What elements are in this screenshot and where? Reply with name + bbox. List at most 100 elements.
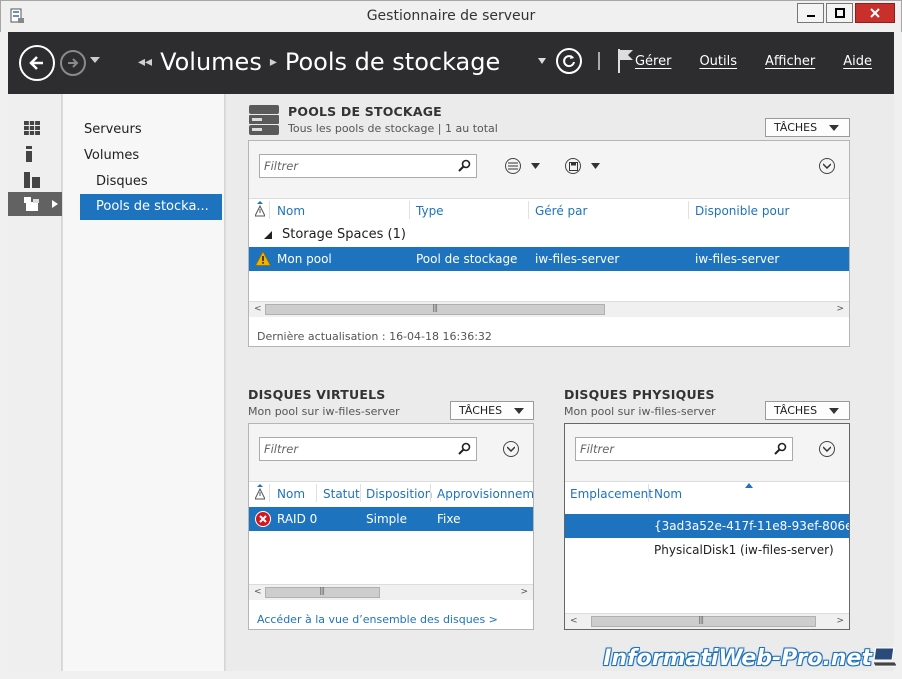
table-row[interactable]: RAID 0 Simple Fixe	[249, 507, 533, 531]
tasks-dropdown-icon	[829, 407, 840, 414]
sort-ascending-icon	[745, 483, 753, 488]
scroll-left-icon[interactable]: <	[254, 587, 262, 597]
refresh-icon	[563, 55, 575, 68]
save-query-dropdown-icon[interactable]	[591, 163, 600, 169]
list-options-dropdown-icon[interactable]	[531, 163, 540, 169]
filter-placeholder: Filtrer	[264, 442, 299, 456]
storage-pools-hscrollbar[interactable]: < ||| >	[249, 301, 849, 317]
filter-placeholder: Filtrer	[580, 442, 615, 456]
scroll-right-icon[interactable]: >	[836, 616, 844, 626]
virtual-disks-hscrollbar[interactable]: < ||| >	[249, 584, 533, 600]
col-header-provisioning[interactable]: Approvisionnement	[437, 487, 533, 501]
flag-notifications-icon[interactable]	[616, 48, 634, 74]
col-header-name[interactable]: Nom	[654, 487, 682, 501]
breadcrumb-item-storage-pools[interactable]: Pools de stockage	[285, 48, 500, 76]
col-header-location[interactable]: Emplacement	[570, 487, 653, 501]
physical-disks-hscrollbar[interactable]: < ||| >	[565, 613, 849, 629]
scroll-right-icon[interactable]: >	[520, 587, 528, 597]
col-header-available-for[interactable]: Disponible pour	[695, 204, 789, 218]
header-menu: Gérer Outils Afficher Aide	[635, 54, 872, 69]
table-row[interactable]: PhysicalDisk1 (iw-files-server)	[565, 538, 849, 562]
navigation-tree: Serveurs Volumes Disques Pools de stocka…	[63, 94, 225, 671]
physical-disks-subtitle: Mon pool sur iw-files-server	[564, 405, 716, 418]
scroll-right-icon[interactable]: >	[836, 304, 844, 314]
table-row[interactable]: Mon pool Pool de stockage iw-files-serve…	[249, 247, 849, 271]
disks-overview-link[interactable]: Accéder à la vue d’ensemble des disques …	[257, 613, 498, 626]
rail-local-server[interactable]	[8, 142, 62, 166]
virtual-disks-toolbar: Filtrer	[249, 424, 533, 482]
expand-filter-button[interactable]	[819, 158, 835, 174]
collapse-triangle-icon[interactable]	[264, 231, 272, 239]
list-options-button[interactable]	[505, 158, 521, 174]
expand-filter-button[interactable]	[503, 441, 519, 457]
storage-pools-tasks-button[interactable]: TÂCHES	[765, 118, 850, 137]
breadcrumb-back-chevron-icon[interactable]: ◂◂	[138, 54, 152, 70]
alert-column-icon	[255, 484, 265, 500]
rail-all-servers[interactable]	[8, 168, 62, 192]
breadcrumb-item-volumes[interactable]: Volumes	[160, 48, 262, 76]
col-header-status[interactable]: Statut	[323, 487, 360, 501]
col-divider	[269, 201, 270, 219]
close-button[interactable]	[855, 3, 895, 23]
storage-pools-subtitle: Tous les pools de stockage | 1 au total	[288, 122, 498, 135]
alert-column-icon	[255, 201, 265, 217]
list-icon	[508, 162, 518, 170]
minimize-button[interactable]	[797, 3, 824, 23]
virtual-disks-filter-input[interactable]: Filtrer	[259, 437, 477, 461]
physical-disks-tasks-button[interactable]: TÂCHES	[765, 401, 850, 420]
pool-group-header[interactable]: Storage Spaces (1)	[282, 227, 406, 242]
physical-disks-filter-input[interactable]: Filtrer	[575, 437, 793, 461]
col-header-layout[interactable]: Disposition	[366, 487, 432, 501]
col-header-type[interactable]: Type	[416, 204, 444, 218]
breadcrumb-dropdown-icon[interactable]	[538, 58, 546, 64]
save-query-button[interactable]	[565, 158, 581, 174]
scroll-left-icon[interactable]: <	[570, 616, 578, 626]
pool-name-cell: Mon pool	[277, 252, 332, 266]
rail-file-storage-services[interactable]	[8, 192, 62, 216]
forward-button[interactable]	[60, 50, 86, 76]
col-divider	[360, 484, 361, 502]
chevron-right-icon	[52, 200, 58, 208]
pdisk-name-cell: {3ad3a52e-417f-11e8-93ef-806e6...	[654, 519, 850, 533]
maximize-button[interactable]	[826, 3, 853, 23]
minimize-icon	[806, 15, 815, 17]
window-title: Gestionnaire de serveur	[366, 8, 536, 24]
col-divider	[269, 484, 270, 502]
breadcrumb-separator-icon: ▸	[269, 54, 277, 70]
back-button[interactable]	[19, 45, 55, 81]
nav-item-volumes[interactable]: Volumes	[84, 143, 139, 169]
menu-help[interactable]: Aide	[843, 54, 872, 69]
physical-disks-title: DISQUES PHYSIQUES	[564, 387, 715, 402]
storage-pools-toolbar: Filtrer	[249, 141, 849, 199]
vdisk-name-cell: RAID 0	[277, 512, 318, 526]
physical-disks-toolbar: Filtrer	[565, 424, 849, 482]
col-divider	[316, 484, 317, 502]
chevron-down-icon	[823, 446, 831, 452]
col-divider	[648, 484, 649, 502]
nav-item-servers[interactable]: Serveurs	[84, 117, 142, 143]
nav-item-storage-pools[interactable]: Pools de stocka...	[80, 194, 222, 220]
col-header-managed-by[interactable]: Géré par	[535, 204, 587, 218]
storage-pools-filter-input[interactable]: Filtrer	[259, 154, 477, 178]
tasks-dropdown-icon	[514, 407, 525, 414]
menu-manage[interactable]: Gérer	[635, 54, 671, 69]
rail-dashboard[interactable]	[8, 116, 62, 140]
expand-filter-button[interactable]	[819, 441, 835, 457]
dashboard-grid-icon	[24, 121, 40, 135]
save-icon	[568, 161, 578, 171]
col-header-name[interactable]: Nom	[277, 204, 305, 218]
scroll-thumb[interactable]	[591, 616, 816, 627]
history-dropdown-icon[interactable]	[90, 56, 100, 64]
search-icon	[458, 159, 471, 172]
menu-tools[interactable]: Outils	[699, 54, 737, 69]
nav-item-disks[interactable]: Disques	[96, 169, 148, 195]
col-header-name[interactable]: Nom	[277, 487, 305, 501]
col-divider	[688, 201, 689, 219]
arrow-right-icon	[68, 58, 79, 68]
virtual-disks-tasks-button[interactable]: TÂCHES	[450, 401, 534, 420]
all-servers-icon	[24, 172, 40, 188]
menu-view[interactable]: Afficher	[765, 54, 815, 69]
refresh-button[interactable]	[556, 48, 582, 74]
scroll-left-icon[interactable]: <	[254, 304, 262, 314]
table-row[interactable]: {3ad3a52e-417f-11e8-93ef-806e6...	[565, 514, 849, 538]
